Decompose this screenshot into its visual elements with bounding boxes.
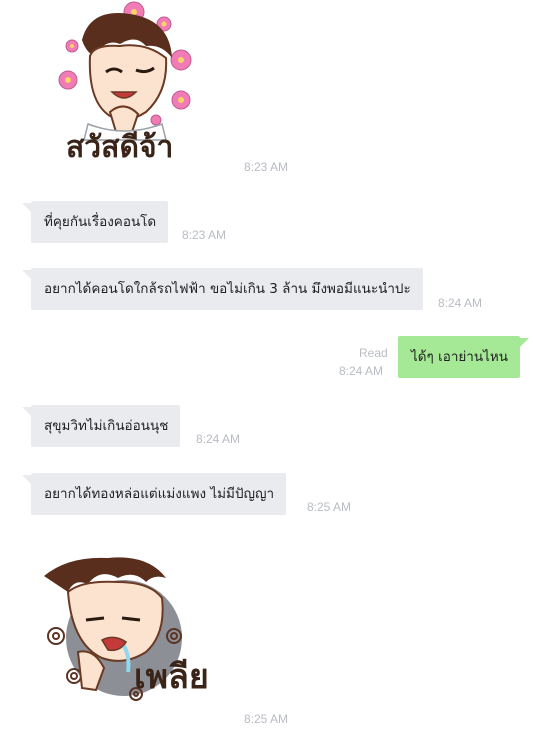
sticker-plia-art: เพลีย [44,557,209,701]
message-timestamp: 8:25 AM [244,712,289,726]
message-timestamp: 8:24 AM [196,432,241,446]
message-timestamp: 8:24 AM [438,296,483,310]
incoming-message[interactable]: สุขุมวิทไม่เกินอ่อนนุช [21,405,181,447]
sticker-caption: เพลีย [134,657,209,697]
sticker-sawasdee[interactable]: สวัสดีจ้า [50,0,200,165]
read-status: Read [359,346,388,360]
incoming-message[interactable]: อยากได้ทองหล่อแต่แม่งแพง ไม่มีปัญญา [21,473,287,515]
message-timestamp: 8:23 AM [244,160,289,174]
outgoing-message[interactable]: ได้ๆ เอาย่านไหน [398,336,530,378]
incoming-message[interactable]: ที่คุยกันเรื่องคอนโด [21,201,169,243]
message-timestamp: 8:23 AM [182,228,227,242]
sticker-plia[interactable]: เพลีย [38,548,218,713]
sticker-caption: สวัสดีจ้า [66,130,173,165]
sticker-sawasdee-art: สวัสดีจ้า [58,1,192,165]
incoming-message[interactable]: อยากได้คอนโดใกล้รถไฟฟ้า ขอไม่เกิน 3 ล้าน… [22,268,423,310]
chat-log: สวัสดีจ้า 8:23 AM ที่คุยกันเรื่องคอนโด 8… [0,0,533,735]
message-timestamp: 8:25 AM [307,500,352,514]
message-timestamp: 8:24 AM [339,364,384,378]
